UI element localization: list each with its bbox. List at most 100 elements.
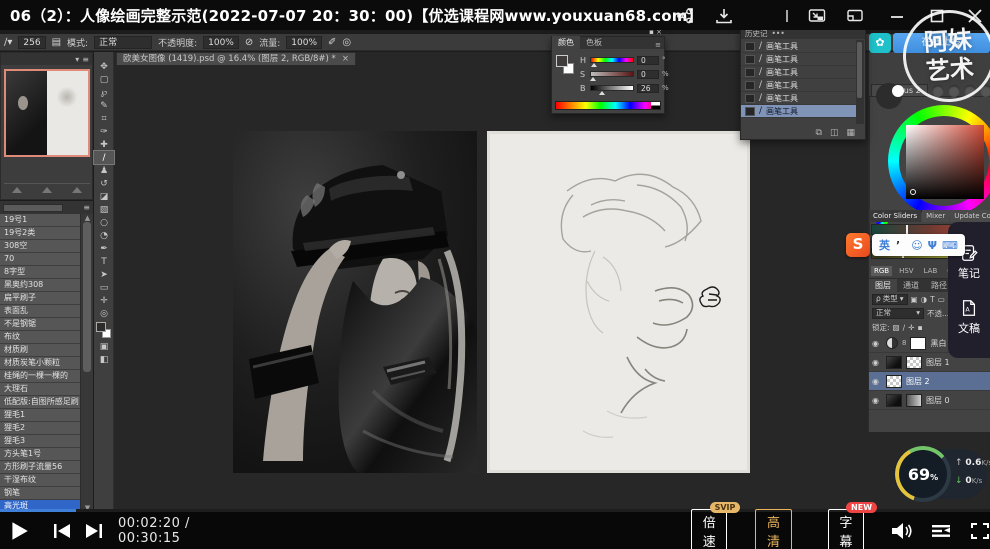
network-speed-gauge[interactable]: 69% ↑ 0.6K/s ↓ 0K/s xyxy=(893,449,987,499)
brush-preset-item[interactable]: 不是钢锯 xyxy=(0,318,80,331)
color-slider-h[interactable]: H0° xyxy=(580,55,666,65)
zoom-tool[interactable]: ◎ xyxy=(94,307,114,320)
airbrush-icon[interactable]: ✐ xyxy=(328,37,336,48)
brush-size-value[interactable]: 256 xyxy=(18,36,45,49)
document-tab[interactable]: 欧美女图像 (1419).psd @ 16.4% (图层 2, RGB/8#) … xyxy=(116,52,356,65)
pressure-opacity-icon[interactable]: ⊘ xyxy=(245,37,253,48)
panel-menu-icon[interactable]: ≡ xyxy=(83,203,90,212)
history-state-item[interactable]: ∕画笔工具 xyxy=(741,105,858,118)
panel-menu-icon[interactable]: ≡ xyxy=(82,55,89,64)
coolorus-tab-mixer[interactable]: Mixer xyxy=(922,210,949,222)
lock-position-icon[interactable]: ✛ xyxy=(908,323,914,332)
pen-tool[interactable]: ✒ xyxy=(94,242,114,255)
dodge-tool[interactable]: ◔ xyxy=(94,229,114,242)
delete-state-icon[interactable]: ▦ xyxy=(846,128,855,138)
share-icon[interactable] xyxy=(676,8,694,24)
brush-list-scrollbar[interactable]: ▲ ▼ xyxy=(80,214,93,512)
brush-preset-item[interactable]: 大理石 xyxy=(0,383,80,396)
panel-menu-icon[interactable]: ≡ xyxy=(655,41,664,49)
quality-button[interactable]: 高清 xyxy=(755,509,791,549)
layers-tab-0[interactable]: 图层 xyxy=(869,279,897,292)
history-state-item[interactable]: ∕画笔工具 xyxy=(741,66,858,79)
lock-all-icon[interactable]: ▪ xyxy=(917,323,922,332)
brush-preset-icon[interactable]: ∕▾ xyxy=(4,37,12,48)
screen-mode-toggle[interactable]: ◧ xyxy=(94,353,114,366)
mini-player-icon[interactable] xyxy=(846,8,864,24)
brush-preset-item[interactable]: 方形刷子流量56 xyxy=(0,461,80,474)
wheel-option-knob[interactable] xyxy=(964,85,976,97)
layer-visibility-icon[interactable]: ◉ xyxy=(872,377,882,386)
sogou-logo[interactable]: S xyxy=(846,233,870,257)
brush-search-box[interactable] xyxy=(3,204,63,212)
clone-stamp-tool[interactable]: ♟ xyxy=(94,164,114,177)
toggle-panel-icon[interactable]: ▤ xyxy=(52,37,61,48)
eraser-tool[interactable]: ◪ xyxy=(94,190,114,203)
filter-adjust-icon[interactable]: ◑ xyxy=(921,295,928,304)
ime-emoji-icon[interactable]: ☺ xyxy=(911,239,922,252)
blend-mode-select[interactable]: 正常▾ xyxy=(872,308,924,319)
brush-preset-item[interactable]: 19号2类 xyxy=(0,227,80,240)
wheel-option-knob[interactable] xyxy=(980,85,990,97)
move-tool[interactable]: ✥ xyxy=(94,60,114,73)
layer-row[interactable]: ◉图层 2 xyxy=(869,372,990,391)
layer-filter-box[interactable]: ρ类型▾ xyxy=(872,294,908,305)
brush-preset-item[interactable]: 钢笔 xyxy=(0,487,80,500)
ime-keyboard-icon[interactable]: ⌨ xyxy=(942,239,958,252)
smoothing-icon[interactable]: ◎ xyxy=(342,37,351,48)
tab-swatches[interactable]: 色板 xyxy=(580,36,608,49)
coolorus-logo-icon[interactable]: ✿ xyxy=(869,33,891,53)
navigator-zoom-slider[interactable] xyxy=(4,183,90,193)
online-upload-button[interactable]: 在线上传 xyxy=(893,33,990,53)
maximize-button[interactable] xyxy=(928,8,946,24)
history-brush-tool[interactable]: ↺ xyxy=(94,177,114,190)
layer-visibility-icon[interactable]: ◉ xyxy=(872,396,882,405)
filter-shape-icon[interactable]: ▭ xyxy=(938,295,945,304)
brush-preset-item[interactable]: 黑奥约308 xyxy=(0,279,80,292)
brush-preset-item[interactable]: 方头笔1号 xyxy=(0,448,80,461)
path-select-tool[interactable]: ➤ xyxy=(94,268,114,281)
opacity-select[interactable]: 100% xyxy=(203,36,239,49)
type-tool[interactable]: T xyxy=(94,255,114,268)
brush-preset-item[interactable]: 狸毛1 xyxy=(0,409,80,422)
navigator-thumbnail[interactable] xyxy=(4,69,90,157)
fullscreen-button[interactable] xyxy=(970,522,990,540)
history-state-item[interactable]: ∕画笔工具 xyxy=(741,79,858,92)
wheel-option-knob[interactable] xyxy=(932,85,944,97)
color-mode-hsv[interactable]: HSV xyxy=(896,266,917,276)
coolorus-tab-color-sliders[interactable]: Color Sliders xyxy=(869,210,921,222)
color-slider-b[interactable]: B26% xyxy=(580,83,669,93)
brush-preset-item[interactable]: 材质炭笔小颗粒 xyxy=(0,357,80,370)
filter-type-icon[interactable]: T xyxy=(930,295,935,304)
quick-select-tool[interactable]: ✎ xyxy=(94,99,114,112)
volume-button[interactable] xyxy=(890,522,912,540)
brush-preset-item[interactable]: 材质刷 xyxy=(0,344,80,357)
brush-preset-item[interactable]: 308空 xyxy=(0,240,80,253)
history-state-item[interactable]: ∕画笔工具 xyxy=(741,40,858,53)
current-color-swatch[interactable] xyxy=(876,83,902,109)
minimize-button[interactable] xyxy=(888,8,906,24)
play-button[interactable] xyxy=(8,520,30,542)
crop-tool[interactable]: ⌗ xyxy=(94,112,114,125)
brush-preset-item[interactable]: 低配版:自图所感足刷 xyxy=(0,396,80,409)
flow-select[interactable]: 100% xyxy=(286,36,322,49)
documents-button[interactable]: A 文稿 xyxy=(958,299,980,336)
layer-visibility-icon[interactable]: ◉ xyxy=(872,339,882,348)
foreground-background-swatches[interactable] xyxy=(94,322,114,340)
shape-tool[interactable]: ▭ xyxy=(94,281,114,294)
brush-preset-item[interactable]: 狸毛2 xyxy=(0,422,80,435)
color-picker-dot[interactable] xyxy=(910,189,916,195)
color-mode-lab[interactable]: LAB xyxy=(921,266,941,276)
subtitle-button[interactable]: 字幕 NEW xyxy=(828,509,864,549)
quick-mask-toggle[interactable]: ▣ xyxy=(94,340,114,353)
tab-color[interactable]: 颜色 xyxy=(552,36,580,49)
collapse-icon[interactable]: ▾ xyxy=(75,55,79,64)
picture-in-picture-icon[interactable] xyxy=(808,8,826,24)
lock-transparent-icon[interactable]: ▨ xyxy=(893,323,900,332)
hand-tool[interactable]: ✛ xyxy=(94,294,114,307)
color-mode-rgb[interactable]: RGB xyxy=(871,266,892,276)
saturation-brightness-square[interactable] xyxy=(906,125,984,199)
history-state-item[interactable]: ∕画笔工具 xyxy=(741,92,858,105)
gradient-tool[interactable]: ▧ xyxy=(94,203,114,216)
color-spectrum-ramp[interactable] xyxy=(555,101,661,110)
filter-pixel-icon[interactable]: ▣ xyxy=(911,295,918,304)
